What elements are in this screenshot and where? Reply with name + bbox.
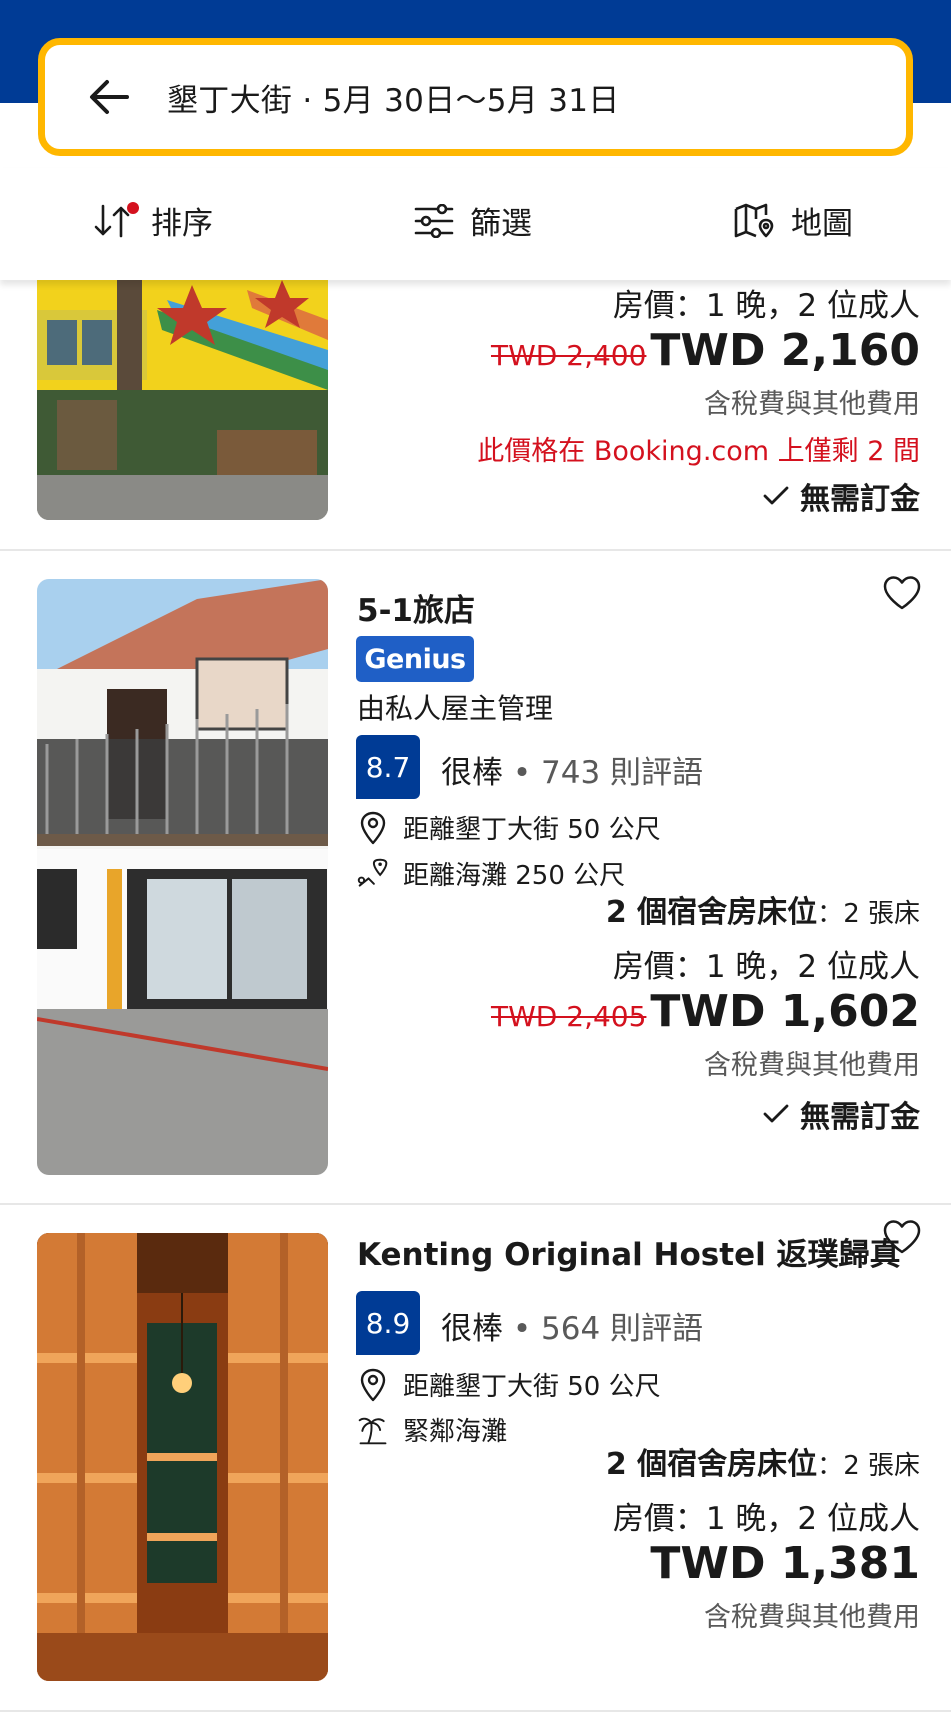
check-icon — [763, 1104, 789, 1123]
review-summary: 很棒 • 743 則評語 — [441, 755, 704, 791]
beach-row: 緊鄰海灘 — [357, 1411, 507, 1448]
current-price: TWD 1,381 — [650, 1538, 920, 1589]
scarcity-message: 此價格在 Booking.com 上僅剩 2 間 — [477, 436, 920, 467]
price-block: 2 個宿舍房床位：2 張床 房價：1 晚，2 位成人 TWD 1,381 含稅費… — [606, 1439, 920, 1634]
no-deposit-row: 無需訂金 — [491, 1092, 920, 1136]
rating-word: 很棒 — [441, 755, 503, 791]
filter-label: 篩選 — [470, 206, 532, 242]
tax-note: 含稅費與其他費用 — [704, 389, 920, 420]
palm-tree-icon — [357, 1412, 389, 1448]
distance-to-center: 距離墾丁大街 50 公尺 — [403, 815, 661, 845]
search-summary-text: 墾丁大街 · 5月 30日～5月 31日 — [167, 82, 620, 119]
no-deposit-label: 無需訂金 — [800, 482, 920, 517]
distance-row: 距離墾丁大街 50 公尺 — [357, 1366, 661, 1403]
filter-icon — [414, 203, 454, 238]
occupancy-text: 房價：1 晚，2 位成人 — [612, 1501, 920, 1537]
check-icon — [763, 486, 789, 505]
genius-badge: Genius — [356, 636, 474, 682]
room-type: 2 個宿舍房床位 — [605, 1447, 818, 1482]
room-type: 2 個宿舍房床位 — [605, 895, 818, 930]
location-pin-icon — [357, 1368, 389, 1402]
host-type: 由私人屋主管理 — [357, 692, 554, 725]
rating-word: 很棒 — [441, 1311, 503, 1347]
occupancy-text: 房價：1 晚，2 位成人 — [612, 288, 920, 324]
sort-label: 排序 — [151, 206, 213, 242]
map-icon — [733, 203, 775, 239]
no-deposit-row: 無需訂金 — [477, 474, 920, 518]
property-name[interactable]: Kenting Original Hostel 返璞歸真 — [357, 1229, 901, 1274]
property-card[interactable]: 房價：1 晚，2 位成人 TWD 2,400 TWD 2,160 含稅費與其他費… — [0, 280, 951, 550]
property-card[interactable]: 5-1旅店 Genius 由私人屋主管理 8.7 很棒 • 743 則評語 距離… — [0, 551, 951, 1202]
map-label: 地圖 — [791, 206, 853, 242]
current-price: TWD 2,160 — [650, 325, 920, 376]
sort-icon — [93, 201, 139, 238]
occupancy-text: 房價：1 晚，2 位成人 — [612, 949, 920, 985]
sort-filter-toolbar: 排序 篩選 地圖 — [0, 168, 951, 280]
tax-note: 含稅費與其他費用 — [704, 1602, 920, 1633]
sort-active-dot — [127, 201, 139, 214]
price-block: 房價：1 晚，2 位成人 TWD 2,400 TWD 2,160 含稅費與其他費… — [477, 280, 920, 518]
search-summary-box[interactable]: 墾丁大街 · 5月 30日～5月 31日 — [38, 38, 913, 156]
current-price: TWD 1,602 — [650, 986, 920, 1037]
distance-to-center: 距離墾丁大街 50 公尺 — [403, 1372, 661, 1402]
property-photo[interactable] — [37, 1233, 328, 1681]
original-price: TWD 2,405 — [491, 1000, 647, 1033]
price-block: 2 個宿舍房床位：2 張床 房價：1 晚，2 位成人 TWD 2,405 TWD… — [491, 887, 920, 1136]
room-type-row: 2 個宿舍房床位：2 張床 — [605, 895, 920, 930]
no-deposit-label: 無需訂金 — [800, 1100, 920, 1135]
review-score-badge: 8.7 — [356, 735, 420, 799]
review-score-badge: 8.9 — [356, 1291, 420, 1355]
card-divider — [0, 1710, 951, 1712]
review-summary: 很棒 • 564 則評語 — [441, 1311, 704, 1347]
distance-row: 距離墾丁大街 50 公尺 — [357, 809, 661, 846]
original-price: TWD 2,400 — [491, 339, 647, 372]
property-photo[interactable] — [37, 579, 328, 1175]
location-pin-icon — [357, 811, 389, 845]
room-type-row: 2 個宿舍房床位：2 張床 — [605, 1447, 920, 1482]
route-pin-icon — [357, 857, 389, 891]
review-count: 743 則評語 — [541, 755, 704, 791]
map-button[interactable]: 地圖 — [733, 198, 853, 243]
back-arrow-icon[interactable] — [87, 75, 131, 119]
review-count: 564 則評語 — [541, 1311, 704, 1347]
beach-label: 緊鄰海灘 — [403, 1417, 508, 1447]
bed-count: 2 張床 — [843, 1451, 920, 1481]
sort-button[interactable]: 排序 — [93, 198, 213, 243]
property-photo[interactable] — [37, 280, 328, 520]
bed-count: 2 張床 — [843, 899, 920, 929]
property-name[interactable]: 5-1旅店 — [357, 585, 475, 630]
save-heart-icon[interactable] — [882, 575, 922, 613]
filter-button[interactable]: 篩選 — [414, 198, 532, 243]
save-heart-icon[interactable] — [882, 1219, 922, 1257]
property-card[interactable]: Kenting Original Hostel 返璞歸真 8.9 很棒 • 56… — [0, 1205, 951, 1721]
tax-note: 含稅費與其他費用 — [704, 1050, 920, 1081]
